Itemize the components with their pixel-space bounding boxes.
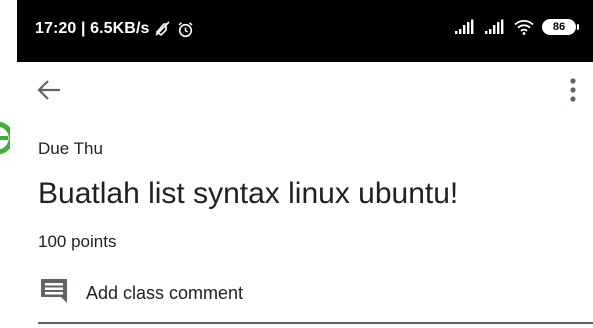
screen: 17:20 | 6.5KB/s 86 Due Thu Buatlah list … — [0, 0, 593, 328]
battery-level: 86 — [552, 21, 566, 33]
status-time-speed: 17:20 | 6.5KB/s — [35, 20, 150, 37]
wifi-icon — [514, 19, 534, 35]
status-bar: 17:20 | 6.5KB/s 86 — [17, 0, 593, 62]
more-vert-icon — [569, 77, 577, 108]
due-date: Due Thu — [38, 139, 103, 158]
battery-tip — [577, 24, 579, 30]
comment-icon — [38, 276, 70, 311]
divider — [38, 322, 593, 324]
assignment-title: Buatlah list syntax linux ubuntu! — [38, 177, 459, 210]
arrow-back-icon — [36, 78, 62, 107]
back-button[interactable] — [36, 76, 76, 108]
add-class-comment-button[interactable]: Add class comment — [38, 277, 243, 309]
data-saver-icon — [155, 21, 171, 37]
assignment-points: 100 points — [38, 232, 117, 251]
battery-icon: 86 — [542, 19, 579, 35]
alarm-icon — [177, 21, 194, 38]
add-class-comment-label: Add class comment — [86, 282, 244, 303]
more-options-button[interactable] — [561, 74, 585, 110]
status-left: 17:20 | 6.5KB/s — [35, 20, 194, 38]
status-right: 86 — [454, 19, 579, 35]
signal-icon — [454, 19, 476, 35]
signal-icon — [484, 19, 506, 35]
edge-logo-fragment — [0, 118, 14, 158]
